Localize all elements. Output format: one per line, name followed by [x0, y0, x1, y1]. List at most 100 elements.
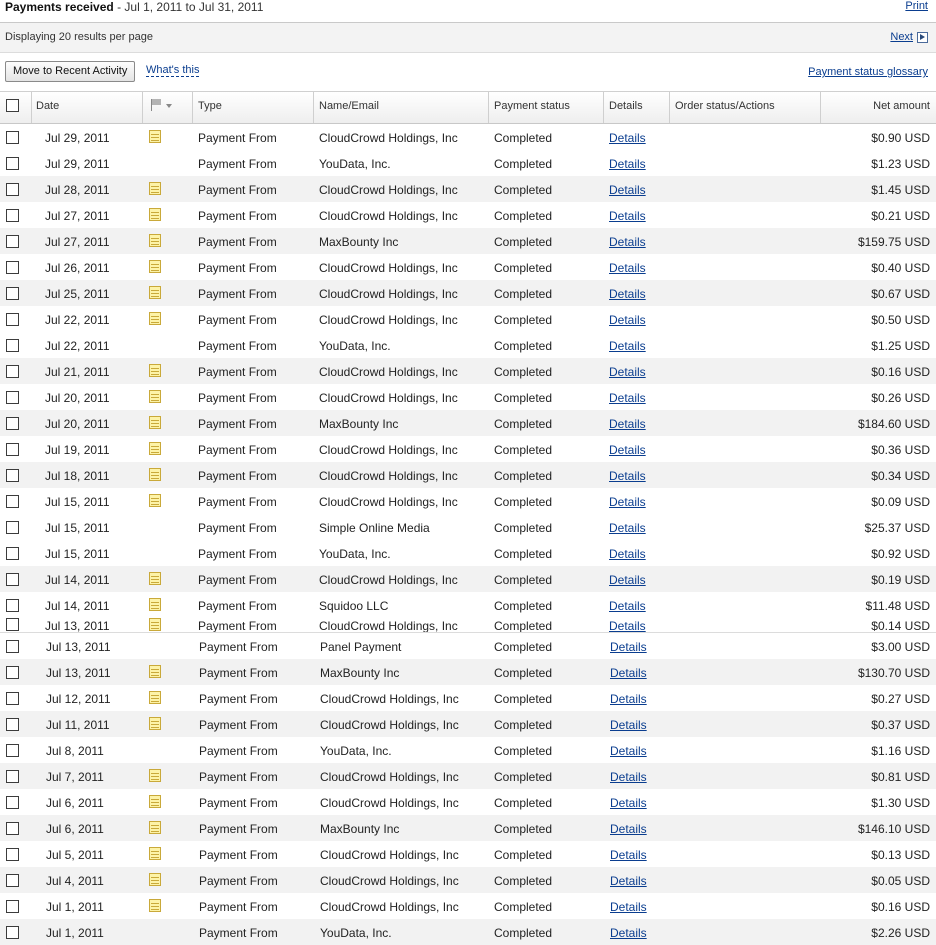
details-link[interactable]: Details	[609, 469, 646, 483]
move-to-recent-activity-button[interactable]: Move to Recent Activity	[5, 61, 136, 82]
row-checkbox[interactable]	[6, 131, 19, 144]
row-checkbox[interactable]	[6, 822, 19, 835]
column-name-email[interactable]: Name/Email	[319, 100, 379, 112]
row-checkbox[interactable]	[6, 313, 19, 326]
details-link[interactable]: Details	[609, 495, 646, 509]
row-date: Jul 13, 2011	[45, 619, 110, 633]
row-net-amount: $0.36 USD	[871, 443, 930, 457]
details-link[interactable]: Details	[609, 235, 646, 249]
table-row: Jul 27, 2011 Payment From MaxBounty Inc Com…	[0, 228, 936, 254]
note-icon-cell	[149, 442, 161, 458]
row-checkbox[interactable]	[6, 573, 19, 586]
row-net-amount: $0.16 USD	[871, 365, 930, 379]
row-checkbox[interactable]	[6, 183, 19, 196]
row-checkbox[interactable]	[6, 287, 19, 300]
details-link[interactable]: Details	[609, 157, 646, 171]
page-title-main: Payments received	[5, 0, 114, 14]
next-page-link[interactable]: Next	[890, 31, 928, 43]
select-all-checkbox[interactable]	[6, 99, 19, 112]
details-link[interactable]: Details	[610, 640, 647, 654]
row-checkbox[interactable]	[6, 235, 19, 248]
details-link[interactable]: Details	[609, 521, 646, 535]
row-status: Completed	[494, 718, 553, 732]
table-row: Jul 1, 2011 Payment From CloudCrowd Holdin…	[0, 893, 936, 919]
details-link[interactable]: Details	[610, 744, 647, 758]
row-checkbox[interactable]	[6, 848, 19, 861]
column-date[interactable]: Date	[36, 100, 59, 112]
details-link[interactable]: Details	[610, 822, 647, 836]
row-name: CloudCrowd Holdings, Inc	[319, 131, 458, 145]
row-checkbox[interactable]	[6, 261, 19, 274]
row-checkbox[interactable]	[6, 599, 19, 612]
next-arrow-icon[interactable]	[917, 31, 928, 43]
details-link[interactable]: Details	[610, 666, 647, 680]
column-net-amount[interactable]: Net amount	[873, 100, 930, 112]
row-checkbox[interactable]	[6, 339, 19, 352]
row-net-amount: $1.23 USD	[871, 157, 930, 171]
details-link[interactable]: Details	[609, 339, 646, 353]
details-link[interactable]: Details	[610, 718, 647, 732]
table-row: Jul 20, 2011 Payment From CloudCrowd Holdi…	[0, 384, 936, 410]
details-link[interactable]: Details	[609, 365, 646, 379]
details-link[interactable]: Details	[609, 287, 646, 301]
details-link[interactable]: Details	[609, 443, 646, 457]
row-checkbox[interactable]	[6, 900, 19, 913]
details-link[interactable]: Details	[609, 619, 646, 632]
column-type[interactable]: Type	[198, 100, 222, 112]
row-checkbox[interactable]	[6, 692, 19, 705]
row-checkbox[interactable]	[6, 666, 19, 679]
table-row: Jul 20, 2011 Payment From MaxBounty Inc Com…	[0, 410, 936, 436]
row-net-amount: $0.27 USD	[871, 692, 930, 706]
column-payment-status[interactable]: Payment status	[494, 100, 570, 112]
details-link[interactable]: Details	[609, 261, 646, 275]
details-link[interactable]: Details	[609, 313, 646, 327]
details-link[interactable]: Details	[609, 547, 646, 561]
details-link[interactable]: Details	[609, 391, 646, 405]
row-checkbox[interactable]	[6, 770, 19, 783]
note-icon-cell	[149, 312, 161, 328]
row-checkbox[interactable]	[6, 469, 19, 482]
row-checkbox[interactable]	[6, 495, 19, 508]
details-link[interactable]: Details	[609, 209, 646, 223]
next-label[interactable]: Next	[890, 31, 913, 43]
row-type: Payment From	[198, 547, 277, 561]
flag-icon[interactable]	[149, 98, 173, 112]
row-checkbox[interactable]	[6, 926, 19, 939]
column-order-status-actions: Order status/Actions	[675, 100, 775, 112]
row-checkbox[interactable]	[6, 417, 19, 430]
whats-this-link[interactable]: What's this	[146, 64, 200, 77]
payment-status-glossary-link[interactable]: Payment status glossary	[808, 66, 928, 78]
details-link[interactable]: Details	[610, 874, 647, 888]
row-status: Completed	[494, 573, 553, 587]
details-link[interactable]: Details	[609, 417, 646, 431]
row-checkbox[interactable]	[6, 874, 19, 887]
row-checkbox[interactable]	[6, 521, 19, 534]
row-checkbox[interactable]	[6, 209, 19, 222]
row-checkbox[interactable]	[6, 443, 19, 456]
row-checkbox[interactable]	[6, 365, 19, 378]
row-checkbox[interactable]	[6, 391, 19, 404]
details-link[interactable]: Details	[609, 573, 646, 587]
details-link[interactable]: Details	[609, 599, 646, 613]
row-checkbox[interactable]	[6, 744, 19, 757]
details-link[interactable]: Details	[610, 848, 647, 862]
details-link[interactable]: Details	[610, 770, 647, 784]
details-link[interactable]: Details	[609, 131, 646, 145]
row-checkbox[interactable]	[6, 618, 19, 631]
row-checkbox[interactable]	[6, 796, 19, 809]
details-link[interactable]: Details	[610, 796, 647, 810]
row-type: Payment From	[199, 666, 278, 680]
details-link[interactable]: Details	[610, 900, 647, 914]
details-link[interactable]: Details	[610, 692, 647, 706]
row-checkbox[interactable]	[6, 157, 19, 170]
row-checkbox[interactable]	[6, 547, 19, 560]
row-name: CloudCrowd Holdings, Inc	[320, 900, 459, 914]
details-link[interactable]: Details	[610, 926, 647, 940]
row-type: Payment From	[198, 619, 277, 633]
details-link[interactable]: Details	[609, 183, 646, 197]
row-checkbox[interactable]	[6, 640, 19, 653]
print-link[interactable]: Print	[905, 0, 928, 12]
row-name: MaxBounty Inc	[319, 235, 399, 249]
flag-filter[interactable]	[149, 98, 173, 115]
row-checkbox[interactable]	[6, 718, 19, 731]
